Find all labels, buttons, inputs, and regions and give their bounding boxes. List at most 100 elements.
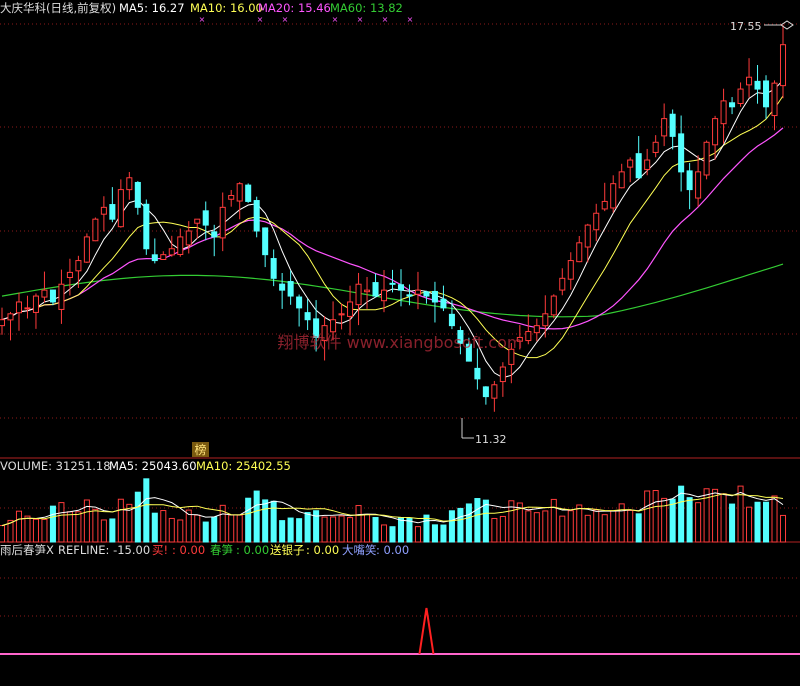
volume-bar-down: [389, 526, 396, 543]
volume-bar-down: [474, 498, 481, 543]
candle-up: [703, 141, 710, 176]
indicator-grid: [0, 577, 800, 617]
candle-up: [117, 189, 124, 228]
candle-up: [559, 277, 566, 291]
volume-bar-down: [49, 505, 56, 543]
candle-up: [41, 289, 48, 298]
volume-bar-up: [117, 498, 124, 543]
volume-bar-down: [211, 516, 218, 543]
volume-ma10: MA10: 25402.55: [196, 459, 291, 473]
laugh-value: : 0.00: [376, 543, 409, 557]
candle-down: [304, 312, 311, 321]
sprout-label: 春笋: [210, 543, 233, 557]
candle-down: [397, 284, 405, 291]
candle-up: [627, 159, 634, 168]
volume-bar-up: [746, 506, 753, 543]
candle-up: [601, 200, 608, 210]
legend-ma5: MA5: 16.27: [119, 1, 185, 15]
volume-bar-up: [41, 518, 48, 543]
candle-up: [75, 260, 82, 272]
legend-ma60: MA60: 13.82: [330, 1, 403, 15]
candle-down: [134, 181, 141, 208]
candle-up: [92, 218, 99, 242]
chart-canvas: 翔博软件 www.xiangbosoft.com 17.55 11.32 榜 大…: [0, 1, 800, 655]
volume-bar-up: [321, 516, 328, 543]
candles: [0, 24, 787, 412]
candle-up: [525, 331, 532, 342]
rank-badge[interactable]: 榜: [194, 442, 206, 457]
volume-bar-down: [304, 512, 311, 543]
silver-value: : 0.00: [306, 543, 339, 557]
candle-up: [652, 141, 659, 153]
candle-down: [287, 281, 294, 297]
indicator-legend: 雨后春笋X REFLINE: -15.00 买! : 0.00 春笋 : 0.0…: [0, 543, 409, 557]
candle-down: [245, 184, 252, 202]
volume-bar-up: [627, 509, 634, 543]
indicator-name: 雨后春笋X: [0, 543, 54, 557]
volume-bar-up: [32, 518, 39, 543]
candle-up: [550, 295, 557, 316]
candle-down: [440, 298, 447, 309]
low-label: 11.32: [475, 433, 507, 446]
volume-bar-up: [194, 514, 201, 543]
volume-bar-up: [720, 493, 727, 543]
candle-up: [364, 289, 371, 293]
volume-bar-down: [270, 500, 277, 543]
cross-marker: ×: [332, 15, 339, 24]
candle-up: [499, 366, 506, 383]
volume-bar-up: [559, 515, 566, 543]
volume-ma5: MA5: 25043.60: [109, 459, 197, 473]
volume-bar-up: [499, 515, 506, 543]
candle-up: [720, 100, 727, 125]
candle-down: [49, 289, 56, 303]
candle-up: [15, 301, 22, 314]
candle-down: [754, 80, 761, 90]
candle-up: [83, 236, 90, 263]
cross-marker: ×: [257, 15, 264, 24]
volume-bar-up: [330, 516, 337, 543]
volume-bar-up: [338, 515, 345, 543]
volume-bar-down: [109, 518, 116, 543]
sprout-value: : 0.00: [236, 543, 269, 557]
candle-up: [338, 313, 345, 316]
volume-bar-up: [92, 508, 99, 543]
volume-bar-up: [601, 514, 608, 543]
volume-bar-up: [491, 517, 498, 543]
high-annotation: 17.55: [730, 20, 794, 33]
candle-up: [610, 183, 617, 209]
watermark: 翔博软件 www.xiangbosoft.com: [278, 333, 523, 352]
volume-bar-up: [177, 519, 184, 543]
volume-bar-up: [355, 505, 362, 543]
candle-up: [100, 206, 107, 215]
buy-label: 买!: [152, 543, 168, 557]
candle-up: [126, 177, 133, 191]
volume-legend: VOLUME: 31251.18 MA5: 25043.60 MA10: 254…: [0, 459, 291, 473]
candle-up: [746, 76, 753, 86]
signal-spike: [418, 607, 435, 655]
candle-down: [279, 283, 286, 291]
silver-label: 送银子: [270, 543, 305, 557]
volume-bar-up: [576, 504, 583, 543]
volume-bar-up: [652, 490, 659, 543]
candle-down: [296, 296, 303, 309]
candle-up: [533, 325, 540, 334]
volume-bar-up: [610, 510, 617, 543]
volume-bar-down: [279, 520, 286, 543]
candle-up: [661, 118, 668, 137]
candle-down: [262, 227, 269, 256]
candle-down: [372, 282, 379, 297]
candle-up: [542, 313, 549, 327]
volume-bar-down: [245, 497, 252, 543]
volume-bar-up: [364, 513, 371, 543]
candle-up: [66, 271, 73, 279]
candle-up: [593, 212, 600, 231]
candle-down: [423, 291, 430, 297]
volume-bar-down: [763, 501, 770, 543]
candle-down: [143, 203, 150, 250]
volume-bar-up: [0, 525, 6, 543]
volume-bar-down: [457, 507, 464, 543]
volume-bar-down: [287, 517, 294, 543]
cross-marker: ×: [357, 15, 364, 24]
volume-bar-down: [423, 514, 430, 543]
candle-up: [177, 236, 184, 255]
